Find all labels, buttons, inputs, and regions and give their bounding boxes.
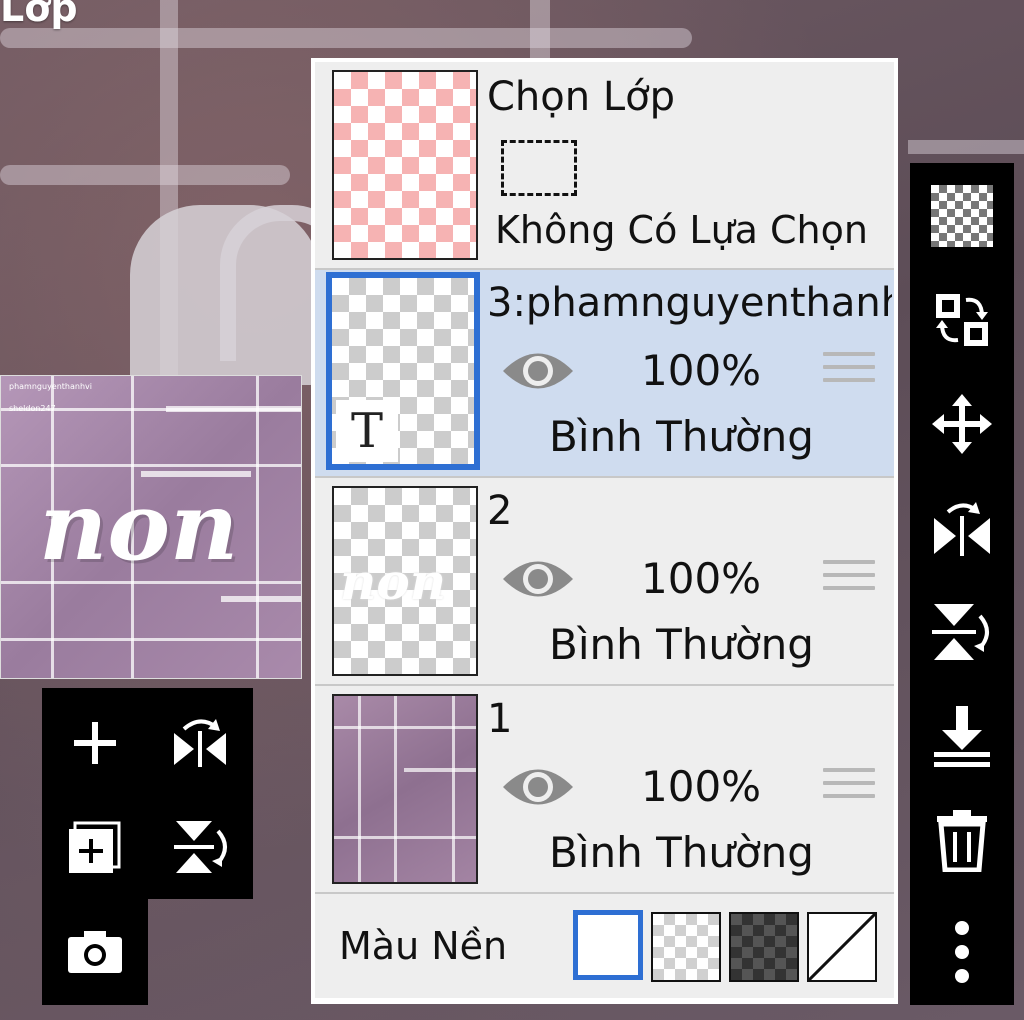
swap-layers-icon[interactable]: [910, 275, 1014, 365]
drag-handle-icon[interactable]: [823, 560, 875, 599]
layer-row[interactable]: non 2 100% Bình Thường: [315, 478, 894, 686]
more-vertical-icon[interactable]: [910, 907, 1014, 997]
background-color-row: Màu Nền: [315, 894, 894, 998]
eye-icon[interactable]: [501, 346, 575, 396]
layer-thumbnail: [332, 694, 478, 884]
selection-title: Chọn Lớp: [487, 74, 675, 120]
window-title: Lớp: [0, 0, 78, 30]
preview-title-text: non: [39, 472, 239, 582]
rotate-flip-vertical-icon[interactable]: [910, 587, 1014, 677]
selection-marquee-icon: [501, 140, 577, 196]
selection-status: Không Có Lựa Chọn: [495, 208, 868, 252]
drag-handle-icon[interactable]: [823, 352, 875, 391]
layer-row[interactable]: 1 100% Bình Thường: [315, 686, 894, 894]
selection-row[interactable]: Chọn Lớp Không Có Lựa Chọn: [315, 62, 894, 270]
layer-opacity[interactable]: 100%: [641, 554, 761, 603]
layer-name: 3:phamnguyenthanhvi: [487, 280, 892, 326]
canvas-line: [908, 140, 1024, 154]
background-color-label: Màu Nền: [339, 924, 508, 968]
layer-row[interactable]: T 3:phamnguyenthanhvi 100% Bình Thường: [315, 270, 894, 478]
background-none-swatch[interactable]: [807, 912, 877, 982]
canvas-line: [0, 28, 692, 48]
preview-credit-text: phamnguyenthanhvi: [9, 382, 92, 391]
drag-handle-icon[interactable]: [823, 768, 875, 807]
preview-credit-text: sheldon247: [9, 404, 56, 413]
background-dark-checker-swatch[interactable]: [729, 912, 799, 982]
layer-opacity[interactable]: 100%: [641, 762, 761, 811]
layer-blend-mode[interactable]: Bình Thường: [549, 828, 814, 877]
background-transparent-swatch[interactable]: [651, 912, 721, 982]
move-icon[interactable]: [910, 379, 1014, 469]
transparency-icon[interactable]: [910, 171, 1014, 261]
canvas-line: [0, 165, 290, 185]
selection-thumbnail: [332, 70, 478, 260]
eye-icon[interactable]: [501, 762, 575, 812]
plus-icon[interactable]: [50, 698, 140, 788]
layer-thumbnail: non: [332, 486, 478, 676]
canvas-line: [530, 0, 550, 60]
layers-panel: Chọn Lớp Không Có Lựa Chọn T 3:phamnguye…: [311, 58, 898, 1004]
flip-horizontal-icon[interactable]: [155, 698, 245, 788]
merge-down-icon[interactable]: [910, 691, 1014, 781]
layer-thumbnail: T: [326, 272, 480, 470]
background-white-swatch[interactable]: [573, 910, 643, 980]
text-layer-badge: T: [336, 400, 398, 462]
layer-thumb-text: non: [340, 552, 447, 611]
layer-blend-mode[interactable]: Bình Thường: [549, 412, 814, 461]
canvas-preview[interactable]: phamnguyenthanhvi sheldon247 non: [0, 375, 302, 679]
trash-icon[interactable]: [910, 795, 1014, 885]
flip-vertical-icon[interactable]: [155, 802, 245, 892]
layer-blend-mode[interactable]: Bình Thường: [549, 620, 814, 669]
layer-name: 2: [487, 488, 513, 534]
camera-icon[interactable]: [50, 906, 140, 996]
right-toolbar: [910, 163, 1014, 1005]
layer-opacity[interactable]: 100%: [641, 346, 761, 395]
layer-name: 1: [487, 696, 513, 742]
rotate-flip-horizontal-icon[interactable]: [910, 483, 1014, 573]
eye-icon[interactable]: [501, 554, 575, 604]
add-layer-icon[interactable]: [50, 802, 140, 892]
